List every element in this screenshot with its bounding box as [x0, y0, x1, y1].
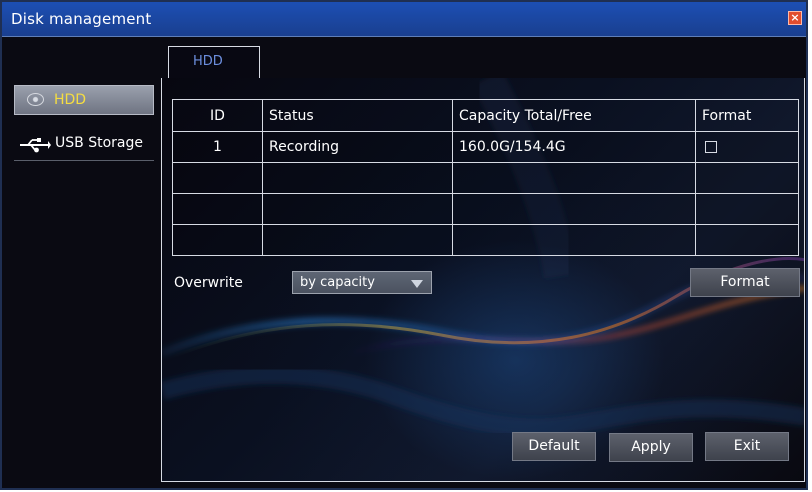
- column-header-format: Format: [695, 99, 799, 132]
- sidebar-item-label-usb-storage: USB Storage: [55, 135, 143, 151]
- disk-id-cell: 1: [172, 131, 263, 163]
- sidebar-item-usb-storage[interactable]: USB Storage: [14, 130, 154, 161]
- overwrite-selected-value: by capacity: [300, 275, 375, 290]
- disk-list-table: ID Status Capacity Total/Free Format 1 R…: [172, 99, 799, 256]
- column-header-capacity: Capacity Total/Free: [452, 99, 696, 132]
- sidebar-item-hdd[interactable]: HDD: [14, 85, 154, 115]
- tab-hdd[interactable]: HDD: [168, 46, 260, 79]
- empty-format-cell: [695, 224, 799, 256]
- empty-capacity-cell: [452, 224, 696, 256]
- hard-disk-icon: [27, 93, 44, 106]
- table-row: [172, 224, 799, 256]
- sidebar-item-label-hdd: HDD: [54, 92, 87, 108]
- table-row[interactable]: 1 Recording 160.0G/154.4G: [172, 131, 799, 163]
- empty-status-cell: [262, 162, 453, 194]
- column-header-id: ID: [172, 99, 263, 132]
- dropdown-arrow-icon: [411, 280, 423, 288]
- disk-management-window: Disk management × HDD USB Storage HDD ID…: [0, 0, 808, 490]
- overwrite-label: Overwrite: [174, 275, 243, 291]
- apply-button[interactable]: Apply: [609, 433, 693, 462]
- format-button[interactable]: Format: [690, 268, 800, 297]
- disk-capacity-cell: 160.0G/154.4G: [452, 131, 696, 163]
- default-button[interactable]: Default: [512, 432, 596, 461]
- tab-hdd-label: HDD: [193, 54, 223, 69]
- close-button[interactable]: ×: [788, 11, 802, 25]
- disk-format-cell: [695, 131, 799, 163]
- window-titlebar: Disk management ×: [2, 2, 806, 37]
- empty-status-cell: [262, 224, 453, 256]
- table-row: [172, 162, 799, 194]
- empty-id-cell: [172, 162, 263, 194]
- overwrite-dropdown[interactable]: by capacity: [292, 271, 432, 294]
- table-header-row: ID Status Capacity Total/Free Format: [172, 99, 799, 132]
- empty-capacity-cell: [452, 193, 696, 225]
- usb-icon: [20, 138, 51, 153]
- column-header-status: Status: [262, 99, 453, 132]
- empty-format-cell: [695, 162, 799, 194]
- close-icon: ×: [790, 11, 800, 24]
- exit-button[interactable]: Exit: [705, 432, 789, 461]
- table-row: [172, 193, 799, 225]
- empty-id-cell: [172, 224, 263, 256]
- empty-status-cell: [262, 193, 453, 225]
- format-checkbox[interactable]: [705, 141, 717, 153]
- empty-capacity-cell: [452, 162, 696, 194]
- window-title: Disk management: [11, 10, 152, 28]
- empty-format-cell: [695, 193, 799, 225]
- empty-id-cell: [172, 193, 263, 225]
- hdd-panel: ID Status Capacity Total/Free Format 1 R…: [161, 78, 805, 482]
- disk-status-cell: Recording: [262, 131, 453, 163]
